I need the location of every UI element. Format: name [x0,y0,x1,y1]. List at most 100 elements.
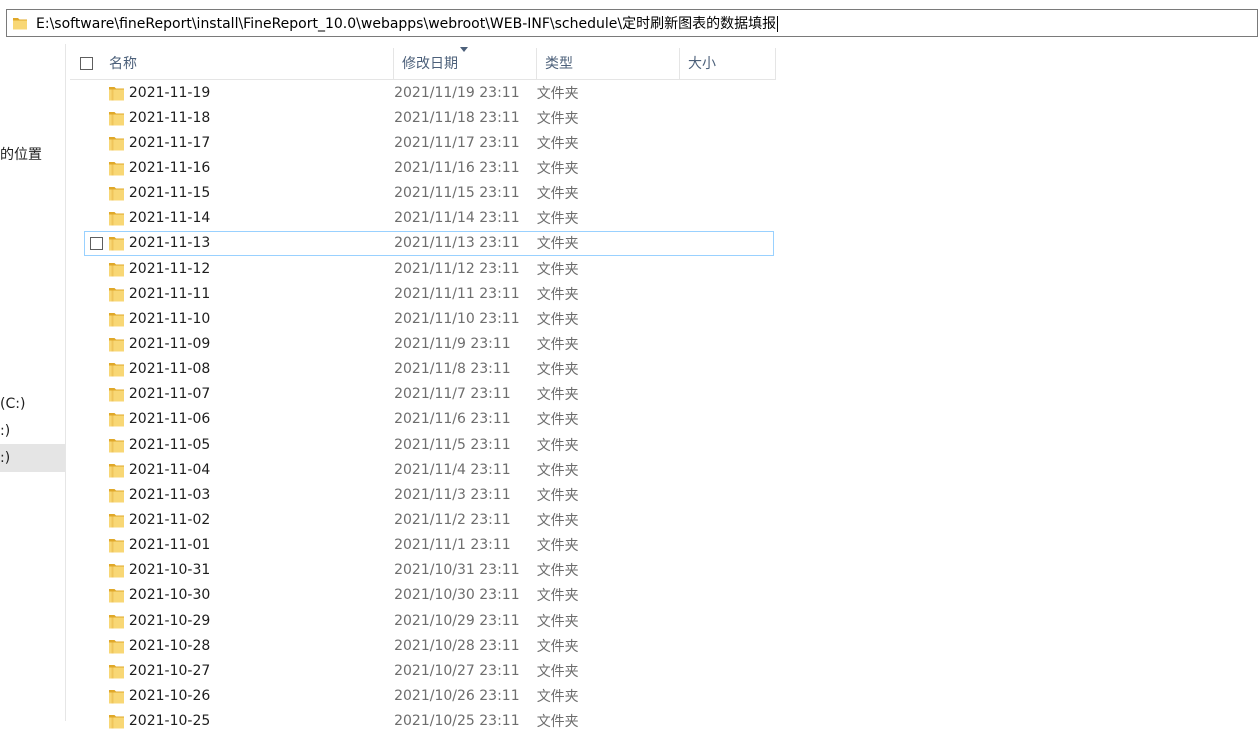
icon-cell [85,462,129,478]
file-type: 文件夹 [536,186,579,203]
file-name: 2021-10-26 [128,687,211,704]
file-name: 2021-11-19 [128,84,211,101]
file-date: 2021/11/9 23:11 [394,335,511,352]
file-date: 2021/10/25 23:11 [394,713,520,730]
file-type: 文件夹 [536,85,579,102]
folder-icon [13,18,27,30]
table-row[interactable]: 2021-11-01 2021/11/1 23:11 文件夹 [84,533,774,558]
icon-cell [85,537,129,553]
table-row[interactable]: 2021-11-05 2021/11/5 23:11 文件夹 [84,432,774,457]
file-type: 文件夹 [536,638,579,655]
sidebar-item-drive-d[interactable]: :) [0,417,10,445]
folder-icon [108,664,124,679]
table-row[interactable]: 2021-11-15 2021/11/15 23:11 文件夹 [84,181,774,206]
table-row[interactable]: 2021-11-16 2021/11/16 23:11 文件夹 [84,155,774,180]
folder-icon [108,639,124,654]
file-type: 文件夹 [536,160,579,177]
table-row[interactable]: 2021-11-19 2021/11/19 23:11 文件夹 [84,80,774,105]
file-date: 2021/10/30 23:11 [394,587,520,604]
file-type: 文件夹 [536,135,579,152]
table-row[interactable]: 2021-11-03 2021/11/3 23:11 文件夹 [84,482,774,507]
table-row[interactable]: 2021-11-06 2021/11/6 23:11 文件夹 [84,407,774,432]
folder-icon [108,564,124,578]
folder-icon [108,438,124,453]
folder-icon [108,513,124,528]
address-path-input[interactable]: E:\software\fineReport\install\FineRepor… [36,13,1257,33]
folder-icon [108,212,124,226]
file-type: 文件夹 [536,688,579,705]
row-checkbox[interactable] [90,236,103,250]
file-list[interactable]: 2021-11-19 2021/11/19 23:11 文件夹 2021-11-18 2… [84,80,774,734]
file-type: 文件夹 [536,538,579,555]
folder-icon [108,86,124,101]
icon-cell [85,261,129,277]
address-bar[interactable]: E:\software\fineReport\install\FineRepor… [6,9,1258,37]
file-name: 2021-10-25 [128,713,211,730]
file-type: 文件夹 [536,236,579,253]
folder-icon [108,363,124,377]
table-row[interactable]: 2021-11-12 2021/11/12 23:11 文件夹 [84,256,774,281]
file-date: 2021/11/16 23:11 [394,159,520,176]
sidebar-item-label: :) [0,423,11,439]
icon-cell [85,85,129,101]
folder-icon [108,337,124,352]
icon-cell [85,386,129,402]
table-row[interactable]: 2021-11-07 2021/11/7 23:11 文件夹 [84,382,774,407]
table-row[interactable]: 2021-10-30 2021/10/30 23:11 文件夹 [84,583,774,608]
folder-icon [108,463,124,478]
icon-cell [85,713,129,729]
file-date: 2021/11/2 23:11 [394,511,511,528]
file-name: 2021-11-11 [128,285,211,302]
table-row[interactable]: 2021-11-18 2021/11/18 23:11 文件夹 [84,105,774,130]
folder-icon [108,161,124,176]
icon-cell [85,336,129,352]
column-header-date[interactable]: 修改日期 [394,47,537,80]
table-row[interactable]: 2021-11-04 2021/11/4 23:11 文件夹 [84,457,774,482]
folder-icon [108,388,124,402]
file-date: 2021/11/18 23:11 [394,109,520,126]
table-row[interactable]: 2021-10-29 2021/10/29 23:11 文件夹 [84,608,774,633]
table-row[interactable]: 2021-11-10 2021/11/10 23:11 文件夹 [84,306,774,331]
sidebar-item-drive-e[interactable]: :) [0,444,65,472]
file-name: 2021-10-30 [128,587,211,604]
column-header-size[interactable]: 大小 [680,48,776,80]
icon-cell [85,587,129,603]
sidebar-item-label: 的位置 [0,147,42,163]
table-row[interactable]: 2021-11-08 2021/11/8 23:11 文件夹 [84,357,774,382]
file-date: 2021/11/11 23:11 [394,285,520,302]
column-header-label: 修改日期 [402,56,458,72]
file-name: 2021-10-27 [128,662,211,679]
table-row[interactable]: 2021-11-13 2021/11/13 23:11 文件夹 [84,230,774,256]
table-row[interactable]: 2021-10-28 2021/10/28 23:11 文件夹 [84,633,774,658]
select-all-checkbox[interactable] [80,57,93,70]
column-header: 名称 修改日期 类型 大小 [70,47,776,80]
icon-cell [85,185,129,201]
table-row[interactable]: 2021-10-27 2021/10/27 23:11 文件夹 [84,658,774,683]
icon-cell [85,160,129,176]
file-date: 2021/11/6 23:11 [394,411,511,428]
file-type: 文件夹 [536,362,579,379]
file-date: 2021/11/1 23:11 [394,537,511,554]
table-row[interactable]: 2021-10-26 2021/10/26 23:11 文件夹 [84,683,774,708]
sidebar-item-drive-c[interactable]: (C:) [0,390,25,418]
file-name: 2021-10-28 [128,637,211,654]
file-type: 文件夹 [536,512,579,529]
table-row[interactable]: 2021-10-25 2021/10/25 23:11 文件夹 [84,709,774,734]
folder-icon [108,539,124,553]
table-row[interactable]: 2021-11-09 2021/11/9 23:11 文件夹 [84,331,774,356]
table-row[interactable]: 2021-11-11 2021/11/11 23:11 文件夹 [84,281,774,306]
table-row[interactable]: 2021-10-31 2021/10/31 23:11 文件夹 [84,558,774,583]
sidebar-item-recent-locations[interactable]: 的位置 [0,141,42,169]
file-date: 2021/11/13 23:11 [394,235,520,252]
column-header-type[interactable]: 类型 [537,48,680,80]
file-name: 2021-11-17 [128,134,211,151]
sort-descending-icon [460,47,468,52]
file-type: 文件夹 [536,110,579,127]
folder-icon [108,262,124,277]
column-header-name[interactable]: 名称 [70,48,394,80]
table-row[interactable]: 2021-11-14 2021/11/14 23:11 文件夹 [84,206,774,231]
table-row[interactable]: 2021-11-02 2021/11/2 23:11 文件夹 [84,507,774,532]
table-row[interactable]: 2021-11-17 2021/11/17 23:11 文件夹 [84,130,774,155]
navigation-pane[interactable]: 的位置 (C:) :) :) [0,44,66,721]
file-name: 2021-11-13 [128,235,211,252]
